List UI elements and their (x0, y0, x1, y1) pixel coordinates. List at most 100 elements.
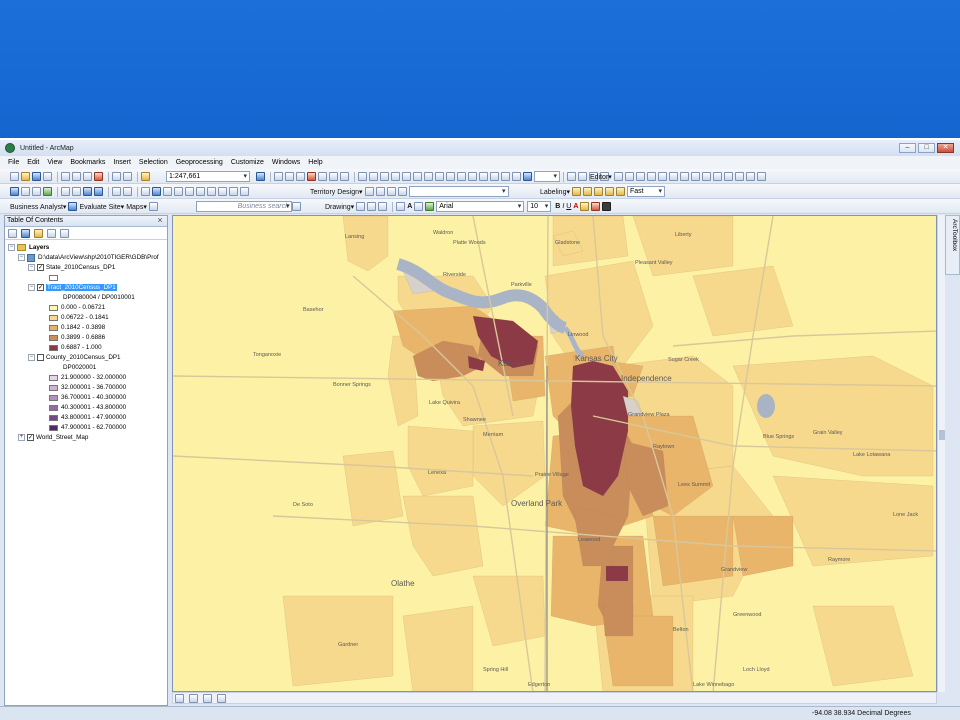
collapse-icon[interactable]: − (28, 354, 35, 361)
fixed-zoom-out-icon[interactable] (72, 187, 81, 196)
straight-segment-icon[interactable] (635, 172, 645, 181)
zoom-to-elements-icon[interactable] (378, 202, 388, 211)
attributes-icon[interactable] (435, 172, 444, 181)
network-icon[interactable] (340, 172, 349, 181)
territory-combo[interactable] (408, 186, 509, 197)
menu-view[interactable]: View (47, 159, 62, 166)
topology-icon[interactable] (358, 172, 367, 181)
maximize-button[interactable]: □ (918, 143, 935, 153)
edit-annotation-icon[interactable] (624, 172, 634, 181)
minimize-button[interactable]: – (899, 143, 916, 153)
tract-layer-checkbox[interactable]: ✓ (37, 284, 44, 291)
table-icon[interactable] (274, 172, 283, 181)
toc-options-icon[interactable] (60, 228, 69, 238)
italic-button[interactable]: I (562, 203, 564, 210)
collapse-icon[interactable]: − (28, 264, 35, 271)
layout-color-icon[interactable] (523, 172, 532, 181)
list-by-visibility-icon[interactable] (34, 228, 43, 238)
county-class-swatch[interactable] (49, 404, 58, 411)
rotate-element-icon[interactable] (367, 202, 377, 211)
label-manager-icon[interactable] (571, 187, 581, 196)
view-unplaced-icon[interactable] (604, 187, 614, 196)
tract-class-swatch[interactable] (49, 334, 58, 341)
full-extent-icon[interactable] (43, 187, 52, 196)
attributes-tool-icon[interactable] (734, 172, 744, 181)
vertex-icon[interactable] (501, 172, 510, 181)
goto-xy-icon[interactable] (207, 187, 216, 196)
sketch-props-icon[interactable] (745, 172, 755, 181)
tract-layer-row[interactable]: − ✓ Tract_2010Census_DP1 (28, 283, 117, 292)
find-icon[interactable] (185, 187, 194, 196)
pin-close-icon[interactable]: ⨯ (157, 216, 163, 226)
split-icon[interactable] (413, 172, 422, 181)
layout-zoom-icon[interactable] (578, 172, 587, 181)
menu-help[interactable]: Help (308, 159, 322, 166)
font-combo[interactable]: Arial (436, 201, 525, 212)
scroll-thumb[interactable] (939, 430, 945, 440)
state-layer-checkbox[interactable]: ✓ (37, 264, 44, 271)
pause-labeling-icon[interactable] (593, 187, 603, 196)
data-view-icon[interactable] (175, 693, 184, 703)
edit-vertices-draw-icon[interactable] (414, 202, 424, 211)
editor-menu[interactable]: Editor▾ (590, 173, 612, 181)
catalog-icon[interactable] (285, 172, 294, 181)
new-document-icon[interactable] (10, 172, 19, 181)
forward-extent-icon[interactable] (94, 187, 103, 196)
save-icon[interactable] (32, 172, 41, 181)
select-features-icon[interactable] (112, 187, 121, 196)
drawing-menu[interactable]: Drawing▾ (325, 203, 354, 211)
clear-selection-icon[interactable] (123, 187, 132, 196)
pan-icon[interactable] (32, 187, 41, 196)
reshape-feature-icon[interactable] (690, 172, 700, 181)
paste-icon[interactable] (83, 172, 92, 181)
search-icon[interactable] (292, 202, 301, 211)
rotate-tool-icon[interactable] (723, 172, 733, 181)
menu-selection[interactable]: Selection (139, 159, 168, 166)
lock-labels-icon[interactable] (582, 187, 592, 196)
collapse-icon[interactable]: − (28, 284, 35, 291)
menu-edit[interactable]: Edit (27, 159, 39, 166)
layout-page-icon[interactable] (567, 172, 576, 181)
business-analyst-menu[interactable]: Business Analyst▾ (10, 203, 66, 211)
search-window-icon[interactable] (296, 172, 305, 181)
font-size-combo[interactable]: 10 (527, 201, 552, 212)
territory-icon-1[interactable] (364, 187, 374, 196)
select-elements-icon[interactable] (141, 187, 150, 196)
territory-icon-4[interactable] (397, 187, 407, 196)
territory-icon-2[interactable] (375, 187, 385, 196)
ba-tools-icon[interactable] (148, 202, 158, 211)
menu-windows[interactable]: Windows (272, 159, 300, 166)
ba-window-icon[interactable] (68, 202, 78, 211)
merge-icon[interactable] (490, 172, 499, 181)
street-layer-checkbox[interactable]: ✓ (27, 434, 34, 441)
time-slider-icon[interactable] (229, 187, 238, 196)
sketch-icon[interactable] (380, 172, 389, 181)
open-folder-icon[interactable] (21, 172, 30, 181)
layers-row[interactable]: − Layers (8, 243, 49, 252)
editor-toolbar-icon[interactable] (256, 172, 265, 181)
menu-customize[interactable]: Customize (231, 159, 264, 166)
color-combo[interactable] (534, 171, 560, 182)
fill-color-icon[interactable] (580, 202, 590, 211)
arctoolbox-icon[interactable] (307, 172, 316, 181)
tract-class-swatch[interactable] (49, 344, 58, 351)
fixed-zoom-in-icon[interactable] (61, 187, 70, 196)
expand-icon[interactable]: + (18, 434, 25, 441)
county-class-swatch[interactable] (49, 424, 58, 431)
business-search-input[interactable]: Business search (196, 201, 292, 212)
county-layer-checkbox[interactable] (37, 354, 44, 361)
rectangle-icon[interactable] (396, 202, 406, 211)
point-tool-icon[interactable] (668, 172, 678, 181)
menu-file[interactable]: File (8, 159, 19, 166)
pause-drawing-icon[interactable] (217, 693, 226, 703)
delete-icon[interactable] (94, 172, 103, 181)
state-symbol-swatch[interactable] (49, 274, 58, 281)
collapse-icon[interactable]: − (18, 254, 25, 261)
arctoolbox-dock-tab[interactable]: ArcToolbox (945, 215, 960, 275)
menu-insert[interactable]: Insert (113, 159, 131, 166)
select-elements-arrow-icon[interactable] (356, 202, 366, 211)
county-class-swatch[interactable] (49, 394, 58, 401)
font-color-icon[interactable]: A (573, 203, 578, 210)
edit-tool-icon[interactable] (613, 172, 623, 181)
layout-view-icon[interactable] (189, 693, 198, 703)
